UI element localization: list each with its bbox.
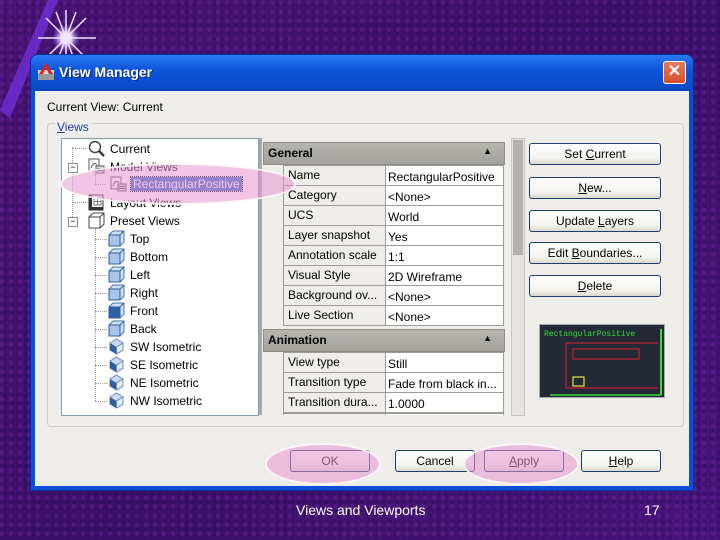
property-value[interactable]: 2D Wireframe bbox=[385, 265, 504, 286]
tree-connector bbox=[95, 239, 107, 240]
property-name: Annotation scale bbox=[283, 245, 385, 266]
property-name: Transition dura... bbox=[283, 392, 385, 413]
property-name: Background ov... bbox=[283, 285, 385, 306]
property-name: Live Section bbox=[283, 305, 385, 326]
slide-footer: Views and Viewports bbox=[296, 502, 426, 518]
magnifier-icon bbox=[88, 140, 105, 157]
tree-connector bbox=[72, 148, 86, 149]
preview-caption: RectangularPositive bbox=[544, 330, 635, 339]
tree-connector bbox=[95, 257, 107, 258]
current-view-label: Current View: Current bbox=[47, 100, 163, 114]
cube-front-icon bbox=[108, 302, 125, 319]
tree-connector bbox=[95, 347, 107, 348]
property-row[interactable]: Live Section <None> bbox=[283, 305, 504, 326]
cube-bottom-icon bbox=[108, 248, 125, 265]
collapse-arrow-icon[interactable]: ▲ bbox=[483, 146, 492, 156]
highlight-selected-view bbox=[60, 163, 296, 205]
collapse-preset-views-toggle[interactable]: − bbox=[68, 217, 78, 227]
property-name: Visual Style bbox=[283, 265, 385, 286]
highlight-apply-button bbox=[463, 443, 579, 485]
property-row[interactable]: Layer snapshot Yes bbox=[283, 225, 504, 246]
property-value[interactable]: World bbox=[385, 205, 504, 226]
property-value[interactable]: Fade from black in... bbox=[385, 372, 504, 393]
property-row-partial bbox=[283, 413, 504, 415]
tree-connector bbox=[95, 311, 107, 312]
property-value[interactable]: <None> bbox=[385, 305, 504, 326]
autocad-app-icon bbox=[38, 63, 54, 80]
collapse-model-views-toggle[interactable]: − bbox=[68, 163, 78, 173]
new-button[interactable]: New... bbox=[529, 177, 661, 199]
cube-left-icon bbox=[108, 266, 125, 283]
cube-right-icon bbox=[108, 284, 125, 301]
window-title: View Manager bbox=[59, 64, 153, 80]
tree-connector bbox=[95, 383, 107, 384]
preview-inner-rect bbox=[572, 348, 640, 360]
property-value[interactable]: 1.0000 bbox=[385, 392, 504, 413]
tree-connector bbox=[95, 329, 107, 330]
property-value[interactable]: <None> bbox=[385, 185, 504, 206]
property-value[interactable]: RectangularPositive bbox=[385, 165, 504, 186]
cube-top-icon bbox=[108, 230, 125, 247]
property-row[interactable]: View type Still bbox=[283, 352, 504, 373]
property-name: Name bbox=[283, 165, 385, 186]
property-row[interactable]: Transition dura... 1.0000 bbox=[283, 392, 504, 413]
property-name: Layer snapshot bbox=[283, 225, 385, 246]
edit-boundaries-button[interactable]: Edit Boundaries... bbox=[529, 242, 661, 264]
property-row[interactable]: Name RectangularPositive bbox=[283, 165, 504, 186]
title-bar[interactable]: View Manager ✕ bbox=[31, 55, 693, 91]
cube-back-icon bbox=[108, 320, 125, 337]
update-layers-button[interactable]: Update Layers bbox=[529, 210, 661, 232]
views-group-label: Views bbox=[55, 120, 91, 134]
delete-button[interactable]: Delete bbox=[529, 275, 661, 297]
view-manager-dialog: View Manager ✕ Current View: Current Vie… bbox=[31, 55, 693, 490]
preview-outer-rect bbox=[565, 342, 658, 389]
close-icon: ✕ bbox=[667, 63, 682, 80]
property-grid-scrollbar[interactable] bbox=[511, 138, 525, 416]
tree-connector bbox=[95, 293, 107, 294]
property-row[interactable]: Visual Style 2D Wireframe bbox=[283, 265, 504, 286]
preview-small-rect bbox=[572, 376, 585, 387]
collapse-arrow-icon[interactable]: ▲ bbox=[483, 333, 492, 343]
tree-connector bbox=[95, 365, 107, 366]
property-value[interactable]: <None> bbox=[385, 285, 504, 306]
iso-se-icon bbox=[109, 356, 124, 373]
dialog-client-area: Current View: Current Views Current − Mo… bbox=[35, 91, 689, 486]
property-value[interactable]: 1:1 bbox=[385, 245, 504, 266]
set-current-button[interactable]: Set Current bbox=[529, 143, 661, 165]
property-value[interactable]: Still bbox=[385, 352, 504, 373]
tree-connector bbox=[72, 202, 86, 203]
property-row[interactable]: Background ov... <None> bbox=[283, 285, 504, 306]
tree-connector bbox=[95, 401, 107, 402]
property-name: Category bbox=[283, 185, 385, 206]
property-row[interactable]: Annotation scale 1:1 bbox=[283, 245, 504, 266]
iso-nw-icon bbox=[109, 392, 124, 409]
property-row[interactable]: UCS World bbox=[283, 205, 504, 226]
close-button[interactable]: ✕ bbox=[663, 61, 686, 84]
highlight-ok-button bbox=[265, 443, 381, 485]
property-name: Transition type bbox=[283, 372, 385, 393]
cube-icon bbox=[88, 212, 105, 229]
tree-connector bbox=[95, 229, 96, 401]
tree-connector bbox=[95, 275, 107, 276]
property-name: View type bbox=[283, 352, 385, 373]
slide-page-number: 17 bbox=[644, 502, 660, 518]
help-button[interactable]: Help bbox=[581, 450, 661, 472]
property-grid: General ▲ Animation ▲ Name RectangularPos… bbox=[263, 138, 505, 415]
animation-category-header[interactable]: Animation ▲ bbox=[263, 329, 505, 352]
property-row[interactable]: Transition type Fade from black in... bbox=[283, 372, 504, 393]
general-category-header[interactable]: General ▲ bbox=[263, 142, 505, 165]
property-row[interactable]: Category <None> bbox=[283, 185, 504, 206]
scrollbar-thumb[interactable] bbox=[513, 140, 523, 255]
iso-ne-icon bbox=[109, 374, 124, 391]
iso-sw-icon bbox=[109, 338, 124, 355]
view-preview-thumbnail: RectangularPositive bbox=[539, 324, 665, 398]
property-name: UCS bbox=[283, 205, 385, 226]
property-value[interactable]: Yes bbox=[385, 225, 504, 246]
